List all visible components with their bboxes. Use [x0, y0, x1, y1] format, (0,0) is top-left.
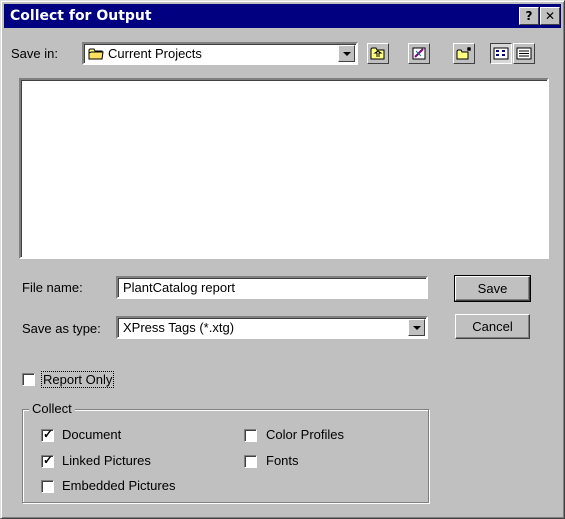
- save-button[interactable]: Save: [455, 276, 530, 301]
- save-as-type-value: XPress Tags (*.xtg): [123, 320, 235, 335]
- list-view-icon: [493, 46, 509, 64]
- fonts-checkbox[interactable]: [244, 455, 257, 468]
- new-folder-button[interactable]: [453, 43, 475, 64]
- file-list[interactable]: [19, 78, 549, 259]
- report-only-checkbox[interactable]: [22, 373, 35, 386]
- file-name-input[interactable]: PlantCatalog report: [116, 276, 428, 299]
- report-only-label[interactable]: Report Only: [41, 371, 115, 388]
- document-label[interactable]: Document: [62, 427, 121, 442]
- fonts-label[interactable]: Fonts: [266, 453, 299, 468]
- save-as-type-label: Save as type:: [22, 321, 101, 336]
- folder-icon: [88, 47, 104, 60]
- checkmark-icon: ✓: [43, 453, 54, 467]
- details-view-button[interactable]: [513, 43, 535, 64]
- collect-group-title: Collect: [29, 401, 75, 416]
- checkmark-icon: ✓: [43, 427, 54, 441]
- color-profiles-label[interactable]: Color Profiles: [266, 427, 344, 442]
- chevron-down-icon: [343, 52, 351, 56]
- linked-pictures-checkbox[interactable]: ✓: [41, 453, 54, 468]
- document-checkbox[interactable]: ✓: [41, 427, 54, 442]
- save-as-type-dropdown-button[interactable]: [408, 319, 425, 336]
- embedded-pictures-label[interactable]: Embedded Pictures: [62, 478, 175, 493]
- collect-for-output-dialog: Collect for Output ? ✕ Save in: Current …: [0, 0, 565, 519]
- save-in-dropdown[interactable]: Current Projects: [82, 42, 358, 65]
- linked-pictures-label[interactable]: Linked Pictures: [62, 453, 151, 468]
- details-view-icon: [516, 46, 532, 64]
- desktop-button[interactable]: [408, 43, 430, 64]
- close-button[interactable]: ✕: [540, 7, 560, 25]
- embedded-pictures-checkbox[interactable]: [41, 480, 54, 493]
- save-in-value: Current Projects: [108, 46, 202, 61]
- list-view-button[interactable]: [490, 43, 512, 64]
- file-name-label: File name:: [22, 280, 83, 295]
- help-button[interactable]: ?: [519, 7, 539, 25]
- file-name-value: PlantCatalog report: [123, 280, 236, 295]
- dialog-title: Collect for Output: [10, 8, 152, 24]
- up-one-level-button[interactable]: [367, 43, 389, 64]
- new-folder-icon: [456, 46, 472, 64]
- color-profiles-checkbox[interactable]: [244, 429, 257, 442]
- desktop-icon: [411, 46, 427, 64]
- save-in-dropdown-button[interactable]: [338, 45, 355, 62]
- cancel-button[interactable]: Cancel: [455, 314, 530, 339]
- save-in-label: Save in:: [11, 46, 58, 61]
- save-as-type-dropdown[interactable]: XPress Tags (*.xtg): [116, 316, 428, 339]
- chevron-down-icon: [413, 326, 421, 330]
- title-bar[interactable]: Collect for Output ? ✕: [4, 4, 561, 28]
- up-one-level-icon: [370, 46, 386, 64]
